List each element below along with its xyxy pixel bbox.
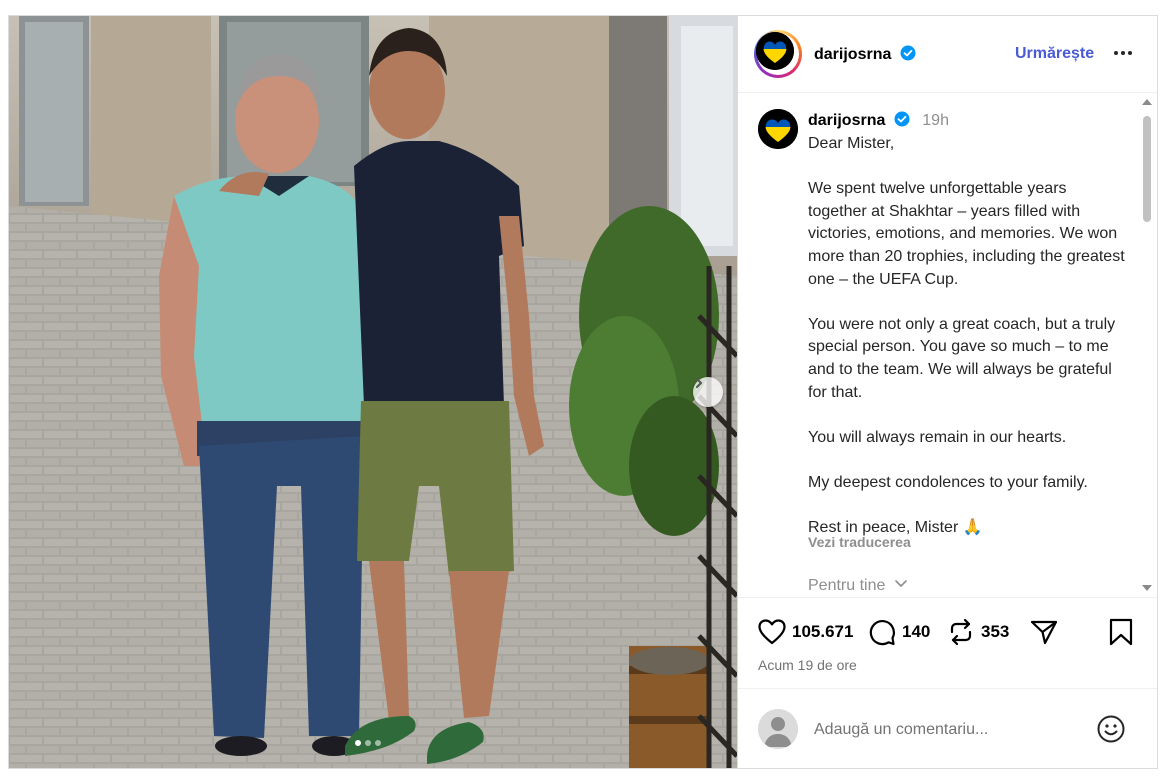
repost-button[interactable]: 353 <box>947 618 1009 646</box>
repost-icon <box>950 618 972 646</box>
chevron-down-icon <box>895 580 907 587</box>
for-you-label: Pentru tine <box>808 577 886 594</box>
comment-button[interactable]: 140 <box>868 618 930 646</box>
post-header: darijosrna Urmărește <box>738 16 1157 93</box>
caption-time[interactable]: 19h <box>922 112 949 129</box>
caption-text: Dear Mister, We spent twelve unforgettab… <box>808 135 1125 537</box>
verified-badge-icon <box>894 111 910 127</box>
post-timestamp[interactable]: Acum 19 de ore <box>758 657 857 673</box>
author-username-text[interactable]: darijosrna <box>814 46 891 63</box>
post-dialog: darijosrna Urmărește darijosrna 19h Dear… <box>8 15 1158 769</box>
carousel-dot <box>365 740 371 746</box>
comment-count[interactable]: 140 <box>902 622 930 642</box>
post-photo <box>9 16 737 768</box>
for-you-dropdown[interactable]: Pentru tine <box>808 577 908 595</box>
caption-username[interactable]: darijosrna <box>808 112 885 129</box>
save-button[interactable] <box>1108 618 1134 646</box>
comment-input[interactable]: Adaugă un comentariu... <box>814 721 988 739</box>
emoji-icon[interactable] <box>1096 714 1126 744</box>
caption-author-avatar[interactable] <box>758 109 798 149</box>
author-avatar <box>756 32 794 70</box>
follow-button[interactable]: Urmărește <box>1015 45 1094 63</box>
scrollbar-thumb[interactable] <box>1143 116 1151 222</box>
scroll-down-arrow-icon[interactable] <box>1141 583 1153 593</box>
photo-illustration <box>9 16 737 768</box>
like-button[interactable]: 105.671 <box>758 618 853 646</box>
next-image-button[interactable] <box>693 377 723 407</box>
share-icon <box>1030 620 1058 645</box>
carousel-dot-active <box>355 740 361 746</box>
carousel-indicator <box>355 740 381 746</box>
verified-badge-icon <box>900 45 916 61</box>
caption-area: darijosrna 19h Dear Mister, We spent twe… <box>738 93 1157 597</box>
author-avatar-ring[interactable] <box>754 30 802 78</box>
default-avatar-icon <box>758 709 798 749</box>
carousel-dot <box>375 740 381 746</box>
heart-icon <box>758 619 786 645</box>
post-side-panel: darijosrna Urmărește darijosrna 19h Dear… <box>737 16 1157 768</box>
scroll-up-arrow-icon[interactable] <box>1141 97 1153 107</box>
caption-header: darijosrna 19h <box>808 111 949 130</box>
current-user-avatar <box>758 709 798 749</box>
more-options-icon[interactable] <box>1111 43 1135 63</box>
action-bar: 105.671 140 353 Acum 19 de ore <box>738 597 1157 688</box>
comment-icon <box>869 620 895 646</box>
bookmark-icon <box>1109 618 1133 646</box>
share-button[interactable] <box>1030 618 1058 646</box>
see-translation-link[interactable]: Vezi traducerea <box>808 534 911 550</box>
author-username[interactable]: darijosrna <box>814 45 916 64</box>
repost-count[interactable]: 353 <box>981 622 1009 642</box>
chevron-right-icon <box>696 378 702 388</box>
add-comment-bar: Adaugă un comentariu... <box>738 688 1157 768</box>
like-count[interactable]: 105.671 <box>792 622 853 642</box>
